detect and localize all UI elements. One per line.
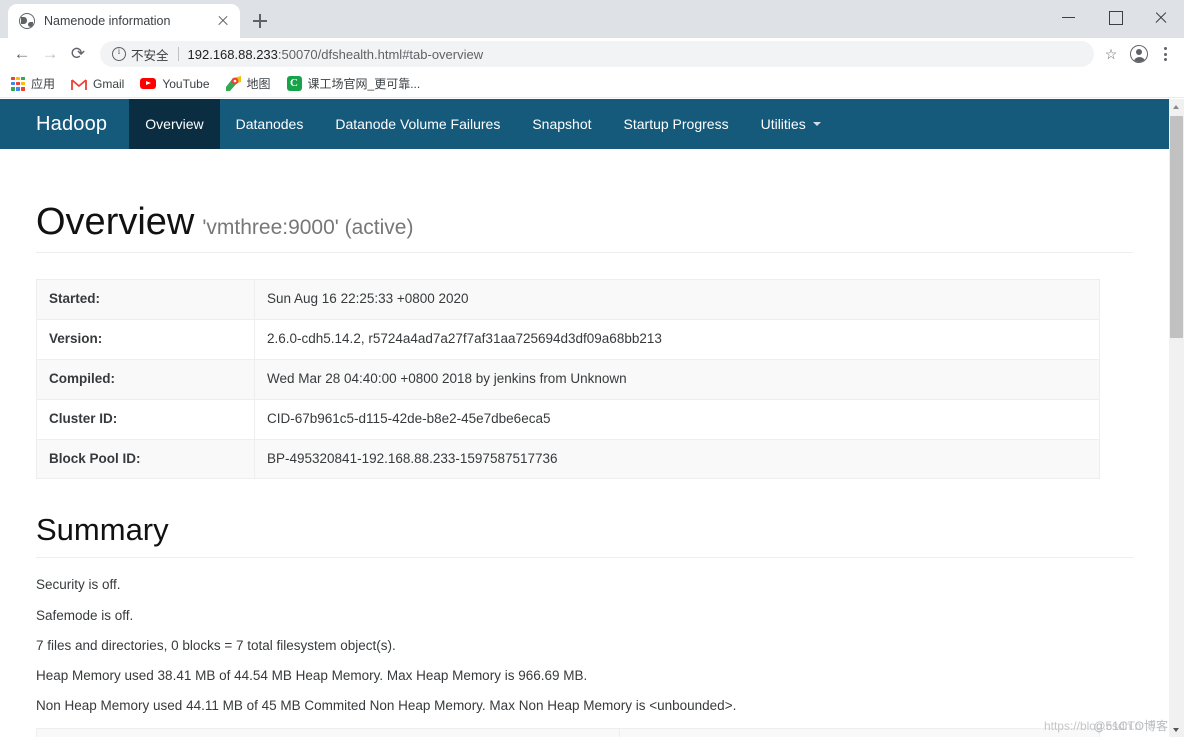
new-tab-button[interactable] [246,7,274,35]
maximize-button[interactable] [1092,0,1138,34]
nav-label: Datanodes [235,116,304,132]
tab-title: Namenode information [44,14,171,28]
capacity-table: Configured Capacity: 16.99 GB [36,727,1100,737]
browser-window: Namenode information ← → ⟳ 不安全 192.168.8… [0,0,1184,737]
hadoop-brand[interactable]: Hadoop [0,99,129,149]
bookmark-label: 课工场官网_更可靠... [307,77,421,91]
youtube-icon [140,78,157,89]
table-row: Version: 2.6.0-cdh5.14.2, r5724a4ad7a27f… [36,318,1100,360]
summary-lines: Security is off. Safemode is off. 7 file… [36,558,1133,715]
summary-line: 7 files and directories, 0 blocks = 7 to… [36,637,396,653]
page-scrollbar[interactable] [1169,99,1184,737]
gmail-icon [71,78,87,90]
hadoop-navbar: Hadoop Overview Datanodes Datanode Volum… [0,99,1169,149]
nav-snapshot[interactable]: Snapshot [516,99,607,149]
maps-pin-icon [225,76,241,91]
table-row: Compiled: Wed Mar 28 04:40:00 +0800 2018… [36,358,1100,400]
nav-label: Utilities [760,116,806,132]
window-close-button[interactable] [1138,0,1184,34]
security-status-label: 不安全 [131,48,169,63]
bookmark-star-icon[interactable]: ☆ [1100,43,1122,65]
address-bar[interactable]: 不安全 192.168.88.233:50070/dfshealth.html#… [100,41,1094,67]
row-value: CID-67b961c5-d115-42de-b8e2-45e7dbe6eca5 [254,398,1100,440]
row-key: Block Pool ID: [36,438,255,480]
bookmark-label: 应用 [31,77,56,91]
table-row: Cluster ID: CID-67b961c5-d115-42de-b8e2-… [36,398,1100,440]
bookmark-label: 地图 [246,77,271,91]
row-key: Cluster ID: [36,398,255,440]
forward-icon[interactable]: → [36,40,64,68]
row-value: Wed Mar 28 04:40:00 +0800 2018 by jenkin… [254,358,1100,400]
browser-titlebar: Namenode information [0,0,1184,38]
page-title-text: Overview [36,201,195,243]
row-value: Sun Aug 16 22:25:33 +0800 2020 [254,279,1100,320]
browser-toolbar: ← → ⟳ 不安全 192.168.88.233:50070/dfshealth… [0,38,1184,70]
info-circle-icon[interactable] [112,46,126,61]
row-key: Configured Capacity: [36,727,620,737]
nav-startup-progress[interactable]: Startup Progress [608,99,745,149]
apps-grid-icon [11,76,25,91]
namenode-info-table: Started: Sun Aug 16 22:25:33 +0800 2020 … [36,279,1100,480]
bookmark-label: YouTube [162,76,210,91]
page-content: Overview 'vmthree:9000' (active) Started:… [0,149,1169,737]
nav-utilities[interactable]: Utilities [745,99,837,149]
summary-heading: Summary [36,479,1133,559]
browser-tab[interactable]: Namenode information [8,4,240,38]
summary-line: Security is off. [36,577,121,593]
page-subtitle: 'vmthree:9000' (active) [202,216,414,239]
bookmark-gmail[interactable]: Gmail [71,77,124,91]
bookmarks-bar: 应用 Gmail YouTube 地图 C 课工场官网_更可靠... [0,70,1184,98]
window-controls [1046,0,1184,34]
nav-datanodes[interactable]: Datanodes [220,99,320,149]
row-value: 2.6.0-cdh5.14.2, r5724a4ad7a27f7af31aa72… [254,318,1100,360]
url-host: 192.168.88.233 [187,46,278,62]
ckj-icon: C [286,76,302,91]
summary-line: Safemode is off. [36,607,134,623]
omnibox-divider [177,47,179,61]
table-row: Configured Capacity: 16.99 GB [36,727,1100,737]
bookmark-label: Gmail [93,76,125,91]
summary-line: Heap Memory used 38.41 MB of 44.54 MB He… [36,668,588,684]
bookmark-ckj[interactable]: C 课工场官网_更可靠... [286,75,421,92]
nav-overview[interactable]: Overview [129,99,220,149]
summary-line: Non Heap Memory used 44.11 MB of 45 MB C… [36,698,737,714]
bookmark-apps[interactable]: 应用 [11,75,55,92]
url-path: :50070/dfshealth.html#tab-overview [277,46,484,62]
page-viewport: Hadoop Overview Datanodes Datanode Volum… [0,99,1184,737]
chevron-down-icon [812,122,821,126]
nav-label: Overview [145,116,204,132]
nav-label: Datanode Volume Failures [335,116,501,132]
minimize-button[interactable] [1046,0,1092,34]
nav-label: Snapshot [532,116,592,132]
table-row: Started: Sun Aug 16 22:25:33 +0800 2020 [36,279,1100,320]
chrome-menu-icon[interactable] [1154,43,1176,65]
reload-icon[interactable]: ⟳ [64,40,92,68]
row-key: Started: [36,279,255,320]
close-icon[interactable] [214,12,232,30]
bookmark-maps[interactable]: 地图 [225,75,271,92]
bookmark-youtube[interactable]: YouTube [140,76,210,91]
row-value: BP-495320841-192.168.88.233-159758751773… [254,438,1100,480]
row-value: 16.99 GB [619,727,1100,737]
table-row: Block Pool ID: BP-495320841-192.168.88.2… [36,438,1100,480]
back-icon[interactable]: ← [8,40,36,68]
page-title: Overview 'vmthree:9000' (active) [36,149,1133,253]
profile-avatar-icon[interactable] [1126,41,1152,67]
scrollbar-thumb[interactable] [1170,116,1183,338]
scroll-down-arrow-icon[interactable] [1169,722,1184,737]
nav-datanode-volume-failures[interactable]: Datanode Volume Failures [319,99,516,149]
globe-icon [19,13,35,29]
row-key: Compiled: [36,358,255,400]
row-key: Version: [36,318,255,360]
nav-label: Startup Progress [623,116,729,132]
scroll-up-arrow-icon[interactable] [1169,99,1184,114]
